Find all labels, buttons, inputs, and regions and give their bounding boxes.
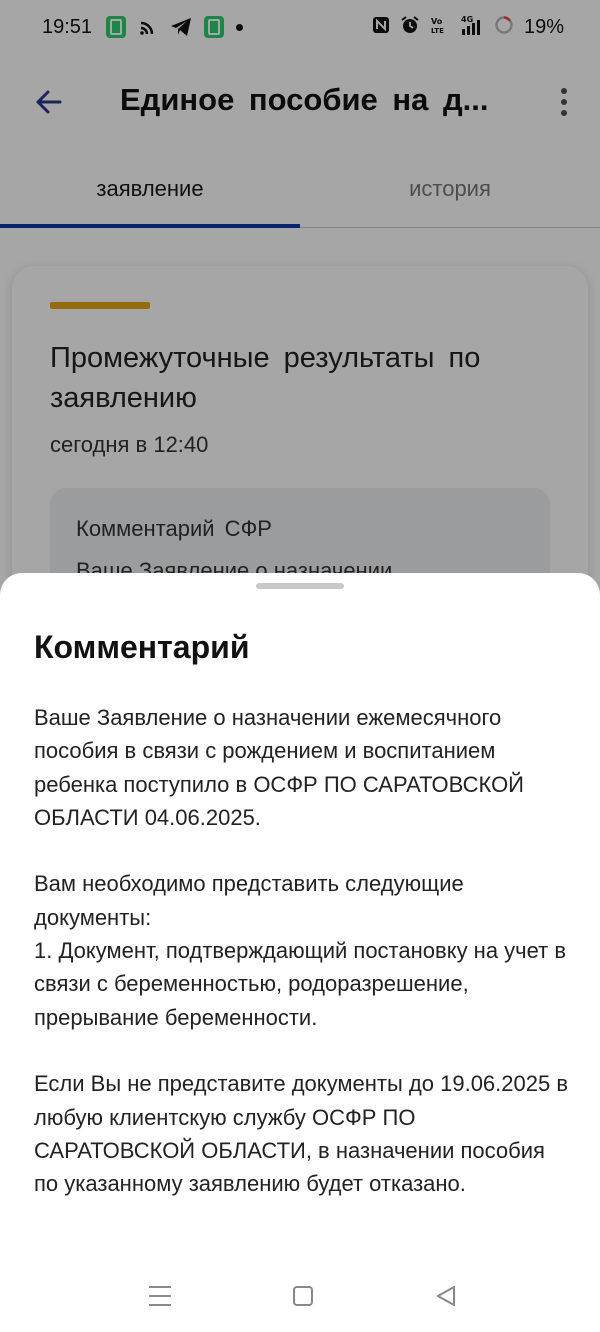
- system-nav-bar: [0, 1262, 600, 1332]
- sheet-paragraph: Вам необходимо представить следующие док…: [34, 871, 567, 1030]
- drag-handle[interactable]: [256, 583, 344, 589]
- recent-apps-button[interactable]: [136, 1272, 184, 1320]
- square-icon: [293, 1286, 313, 1306]
- sheet-paragraph: Если Вы не представите документы до 19.0…: [34, 1071, 569, 1197]
- comment-bottom-sheet: Комментарий Ваше Заявление о назначении …: [0, 573, 600, 1332]
- home-button[interactable]: [279, 1272, 327, 1320]
- sheet-paragraph: Ваше Заявление о назначении ежемесячного…: [34, 705, 524, 830]
- triangle-back-icon: [437, 1286, 455, 1306]
- system-back-button[interactable]: [422, 1272, 470, 1320]
- menu-icon: [149, 1286, 171, 1306]
- sheet-title: Комментарий: [34, 629, 250, 665]
- sheet-body: Ваше Заявление о назначении ежемесячного…: [34, 701, 574, 1200]
